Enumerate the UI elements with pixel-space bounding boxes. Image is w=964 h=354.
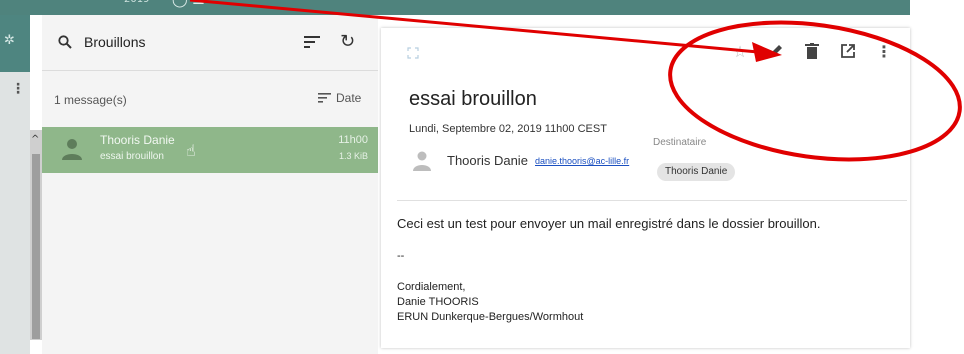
scroll-up-icon[interactable]: ^	[31, 134, 39, 145]
signature-line: Danie THOORIS	[397, 296, 479, 308]
folder-sidebar-strip: ✲ ⋮	[0, 15, 30, 354]
edit-icon[interactable]	[767, 42, 785, 60]
message-reader-panel: ☆ ⋮ essai brouillon Lundi, Septembre 02,…	[381, 28, 910, 348]
gear-icon[interactable]: ✲	[4, 33, 15, 48]
sidebar-more-vert-icon[interactable]: ⋮	[11, 81, 25, 97]
sort-date-icon	[318, 93, 331, 103]
sender-name: Thooris Danie	[447, 153, 528, 168]
message-sender: Thooris Danie	[100, 133, 175, 147]
message-size: 1.3 KiB	[338, 151, 368, 161]
sender-email-link[interactable]: danie.thooris@ac-lille.fr	[535, 156, 629, 166]
scrollbar-thumb[interactable]	[32, 154, 40, 339]
list-count-row: 1 message(s) Date	[42, 72, 378, 126]
signature: Cordialement, Danie THOORIS ERUN Dunkerq…	[397, 280, 583, 325]
hand-cursor-icon: ☝	[186, 141, 196, 160]
message-date: Lundi, Septembre 02, 2019 11h00 CEST	[409, 123, 607, 135]
message-body: Ceci est un test pour envoyer un mail en…	[397, 216, 821, 231]
folder-name: Brouillons	[84, 34, 146, 50]
refresh-icon[interactable]: ↻	[340, 31, 355, 52]
message-list-item[interactable]: Thooris Danie essai brouillon 11h00 1.3 …	[42, 127, 378, 173]
more-vert-icon[interactable]: ⋮	[875, 42, 893, 61]
person-icon	[62, 139, 82, 160]
message-count: 1 message(s)	[54, 93, 127, 107]
message-subject: essai brouillon	[100, 151, 164, 162]
signature-separator: --	[397, 250, 405, 262]
message-toolbar: ☆ ⋮	[731, 42, 893, 61]
message-list-panel: Brouillons ↻ 1 message(s) Date Thooris D…	[42, 15, 378, 354]
top-year: 2019	[124, 0, 149, 5]
message-time: 11h00	[338, 134, 368, 146]
header-divider	[397, 200, 907, 201]
sidebar-scrollbar[interactable]: ^	[30, 130, 42, 340]
sender-avatar-icon	[413, 151, 431, 171]
trash-icon[interactable]	[803, 42, 821, 60]
sort-icon[interactable]	[304, 35, 320, 49]
top-bar-icons[interactable]: ◯ ☰	[172, 0, 205, 8]
recipient-label: Destinataire	[653, 137, 707, 148]
message-title: essai brouillon	[409, 88, 537, 110]
star-icon[interactable]: ☆	[731, 42, 749, 61]
recipient-chip[interactable]: Thooris Danie	[657, 163, 736, 181]
list-header: Brouillons ↻	[42, 15, 378, 71]
signature-line: Cordialement,	[397, 281, 466, 293]
date-sort-button[interactable]: Date	[318, 91, 361, 105]
search-icon[interactable]	[58, 35, 72, 49]
sort-label: Date	[336, 91, 362, 105]
signature-line: ERUN Dunkerque-Bergues/Wormhout	[397, 311, 584, 323]
open-external-icon[interactable]	[839, 42, 857, 60]
top-app-bar: 2019 ◯ ☰	[0, 0, 910, 15]
expand-icon[interactable]	[407, 47, 419, 59]
